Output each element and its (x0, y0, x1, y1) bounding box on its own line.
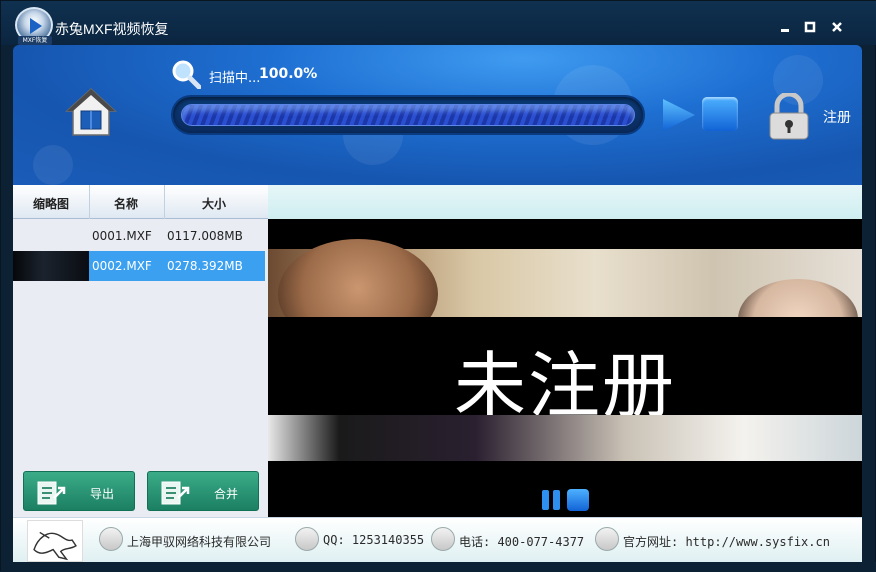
stop-button[interactable] (702, 97, 738, 131)
play-icon[interactable] (661, 97, 697, 133)
app-logo-icon: MXF恢复 (15, 7, 53, 45)
preview-stop-button[interactable] (567, 489, 589, 511)
scan-percent: 100.0% (259, 66, 318, 82)
lock-icon[interactable] (767, 93, 811, 141)
table-row[interactable]: 0001.MXF 0117.008MB (13, 221, 265, 251)
file-size: 0117.008MB (167, 229, 243, 243)
col-name[interactable]: 名称 (114, 195, 138, 212)
qq-number: QQ: 1253140355 (323, 533, 425, 547)
app-window: MXF恢复 赤兔MXF视频恢复 扫描中... 100.0% 注册 缩略图 名称 … (0, 0, 876, 572)
merge-icon (161, 481, 190, 505)
merge-label: 合并 (214, 487, 239, 501)
preview-frame-top (268, 239, 862, 359)
scan-status: 扫描中... (209, 71, 261, 86)
merge-button[interactable]: 合并 (147, 471, 259, 511)
logo-tag: MXF恢复 (18, 36, 52, 45)
home-icon (65, 87, 117, 136)
preview-header (268, 185, 862, 219)
register-label[interactable]: 注册 (823, 107, 851, 127)
website[interactable]: 官方网址: http://www.sysfix.cn (623, 533, 830, 550)
scan-progress-bar (171, 95, 645, 135)
building-icon (99, 527, 123, 551)
footer-bar: 上海甲驭网络科技有限公司 QQ: 1253140355 电话: 400-077-… (13, 517, 862, 562)
progress-fill (181, 104, 635, 126)
qq-icon (295, 527, 319, 551)
company-logo-icon (27, 520, 83, 562)
minimize-icon[interactable] (775, 17, 795, 37)
home-button[interactable] (65, 87, 117, 139)
export-button[interactable]: 导出 (23, 471, 135, 511)
pause-icon[interactable] (540, 489, 562, 511)
table-row-selected[interactable]: 0002.MXF 0278.392MB (13, 251, 265, 281)
video-preview: 未注册 (268, 219, 862, 517)
magnifier-icon (172, 60, 201, 89)
preview-frame-bottom (268, 415, 862, 461)
company-name: 上海甲驭网络科技有限公司 (127, 535, 272, 549)
phone-number: 电话: 400-077-4377 (459, 535, 585, 549)
file-thumbnail (13, 251, 89, 281)
col-size[interactable]: 大小 (202, 195, 226, 212)
close-icon[interactable] (827, 17, 847, 37)
maximize-icon[interactable] (800, 17, 820, 37)
export-icon (37, 481, 66, 505)
phone-icon (431, 527, 455, 551)
file-size: 0278.392MB (167, 259, 243, 273)
file-list-header: 缩略图 名称 大小 (13, 185, 268, 219)
toolbar-panel: 扫描中... 100.0% 注册 (13, 45, 862, 185)
col-thumbnail[interactable]: 缩略图 (33, 195, 69, 212)
export-label: 导出 (90, 487, 115, 501)
globe-icon (595, 527, 619, 551)
title-bar: MXF恢复 赤兔MXF视频恢复 (1, 1, 876, 45)
file-name: 0001.MXF (92, 229, 152, 243)
window-title: 赤兔MXF视频恢复 (55, 21, 169, 37)
file-name: 0002.MXF (92, 259, 152, 273)
